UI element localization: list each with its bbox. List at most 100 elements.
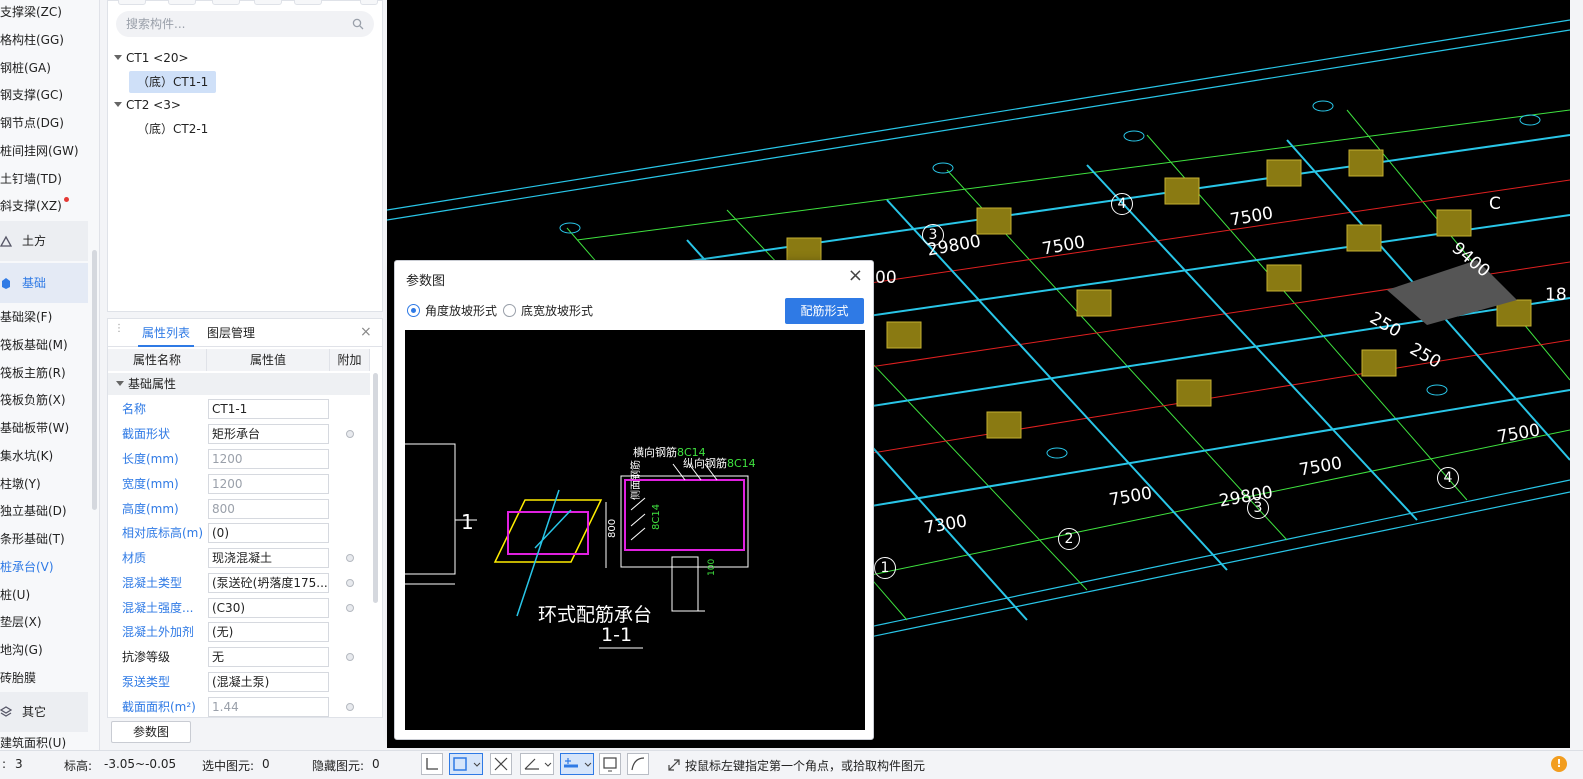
axis-number-bubble: 3	[1247, 497, 1269, 519]
nav-item-diagonal-support[interactable]: 斜支撑(XZ)	[0, 195, 69, 217]
property-value-input[interactable]: (无)	[208, 622, 329, 642]
property-value-input[interactable]: 矩形承台	[208, 424, 329, 444]
tree-leaf-ct2-1[interactable]: （底）CT2-1	[129, 118, 216, 140]
toolbar-button[interactable]	[294, 0, 322, 5]
status-elevation-value: -3.05~-0.05	[104, 757, 177, 771]
side-rebar-value: 8C14	[651, 503, 662, 530]
axis-number-bubble: 2	[1058, 528, 1080, 550]
property-value-input[interactable]: 无	[208, 647, 329, 667]
nav-item-pile-cap[interactable]: 桩承台(V)	[0, 556, 54, 578]
radio-width-slope[interactable]: 底宽放坡形式	[503, 303, 593, 319]
property-value-input[interactable]: (C30)	[208, 598, 329, 618]
nav-item-steel-support[interactable]: 钢支撑(GC)	[0, 84, 63, 106]
property-value-input[interactable]: (泵送砼(坍落度175...	[208, 573, 329, 593]
axis-letter-label: C	[1489, 194, 1501, 214]
property-value-input[interactable]: 现浇混凝土	[208, 548, 329, 568]
tab-property-list[interactable]: 属性列表	[138, 319, 194, 347]
section-foundation-properties[interactable]: 基础属性	[108, 373, 370, 395]
nav-item-pier[interactable]: 柱墩(Y)	[0, 473, 41, 495]
nav-item-steel-node[interactable]: 钢节点(DG)	[0, 112, 64, 134]
property-name: 宽度(mm)	[122, 477, 179, 491]
nav-group-other[interactable]: 其它	[0, 692, 88, 732]
slope-outline-magenta	[507, 511, 589, 555]
parameter-drawing: 1 横向钢筋8C14 纵向钢筋8C14 侧面钢筋 8C14 800 100 环式…	[405, 330, 865, 730]
extra-checkbox[interactable]	[346, 579, 354, 587]
nav-scrollbar[interactable]	[92, 250, 97, 510]
nav-item-slab-strip[interactable]: 基础板带(W)	[0, 417, 69, 439]
warning-icon[interactable]: !	[1551, 756, 1567, 772]
extra-checkbox[interactable]	[346, 554, 354, 562]
rebar-leaders	[630, 463, 718, 541]
close-icon[interactable]: ×	[360, 325, 374, 339]
toolbar-button[interactable]	[118, 0, 146, 5]
ortho-tool-button[interactable]	[421, 753, 443, 775]
nav-item-support-beam[interactable]: 支撑梁(ZC)	[0, 1, 62, 23]
tab-layer-management[interactable]: 图层管理	[207, 319, 255, 347]
nav-item-lattice-column[interactable]: 格构柱(GG)	[0, 29, 64, 51]
collapse-triangle-icon[interactable]	[116, 381, 124, 386]
property-name: 混凝土强度...	[122, 601, 194, 615]
select-rect-tool-button[interactable]	[449, 753, 483, 775]
toolbar-button[interactable]	[168, 0, 196, 5]
pile-outline	[671, 556, 699, 612]
property-value-input[interactable]: CT1-1	[208, 399, 329, 419]
status-selected-value: 0	[262, 757, 270, 771]
nav-item-sump[interactable]: 集水坑(K)	[0, 445, 53, 467]
property-value-input[interactable]: (0)	[208, 523, 329, 543]
extra-checkbox[interactable]	[346, 703, 354, 711]
nav-item-strip-footing[interactable]: 条形基础(T)	[0, 528, 65, 550]
nav-item-raft[interactable]: 筏板基础(M)	[0, 334, 68, 356]
property-value-input[interactable]: (混凝土泵)	[208, 672, 329, 692]
nav-item-pile[interactable]: 桩(U)	[0, 584, 30, 606]
extra-checkbox[interactable]	[346, 604, 354, 612]
nav-item-raft-neg-rebar[interactable]: 筏板负筋(X)	[0, 389, 66, 411]
nav-item-trench[interactable]: 地沟(G)	[0, 639, 43, 661]
extra-checkbox[interactable]	[346, 653, 354, 661]
nav-group-earthwork[interactable]: 土方	[0, 221, 88, 261]
expand-triangle-icon[interactable]	[114, 102, 122, 107]
component-search-input[interactable]: 搜索构件...	[116, 11, 374, 37]
property-name: 混凝土类型	[122, 576, 183, 590]
nav-item-pile-net[interactable]: 桩间挂网(GW)	[0, 140, 79, 162]
nav-group-foundation[interactable]: 基础	[0, 263, 88, 303]
nav-item-steel-pile[interactable]: 钢桩(GA)	[0, 57, 51, 79]
status-layer-value: 3	[15, 757, 23, 771]
nav-item-brick-mould[interactable]: 砖胎膜	[0, 667, 36, 689]
toolbar-button[interactable]	[212, 0, 240, 5]
toolbar-button[interactable]	[254, 0, 282, 5]
nav-item-building-area[interactable]: 建筑面积(U)	[0, 736, 66, 750]
foundation-icon	[2, 278, 10, 289]
elevation-outline	[405, 443, 456, 575]
nav-item-isolated-footing[interactable]: 独立基础(D)	[0, 500, 67, 522]
snap-tool-button[interactable]	[560, 753, 594, 775]
parameter-diagram-button[interactable]: 参数图	[111, 721, 191, 743]
close-icon[interactable]: ×	[848, 267, 863, 285]
drag-handle-icon[interactable]: ⋮	[114, 324, 124, 340]
property-name: 截面面积(m²)	[122, 700, 196, 714]
radio-angle-slope[interactable]: 角度放坡形式	[407, 303, 497, 319]
properties-scrollbar[interactable]	[373, 373, 378, 603]
property-row: 混凝土外加剂 (无)	[108, 620, 370, 645]
tree-node-ct1[interactable]: CT1 <20>	[114, 48, 189, 68]
property-row: 高度(mm) 800	[108, 497, 370, 522]
toolbar-button[interactable]	[360, 0, 378, 5]
expand-triangle-icon[interactable]	[114, 55, 122, 60]
nav-item-foundation-beam[interactable]: 基础梁(F)	[0, 306, 52, 328]
tree-node-ct2[interactable]: CT2 <3>	[114, 95, 181, 115]
nav-item-cushion[interactable]: 垫层(X)	[0, 611, 42, 633]
dim-800-label: 800	[607, 518, 618, 538]
property-name: 泵送类型	[122, 675, 171, 689]
nav-item-soil-nail-wall[interactable]: 土钉墙(TD)	[0, 168, 62, 190]
extra-checkbox[interactable]	[346, 430, 354, 438]
nav-item-raft-main-rebar[interactable]: 筏板主筋(R)	[0, 362, 66, 384]
properties-panel: ⋮ 属性列表 图层管理 × 属性名称 属性值 附加 基础属性 名称 CT1-1 …	[107, 318, 383, 718]
display-tool-button[interactable]	[599, 753, 621, 775]
column-header-extra: 附加	[330, 349, 370, 371]
axis-number-bubble: 4	[1437, 467, 1459, 489]
tree-leaf-ct1-1[interactable]: （底）CT1-1	[129, 71, 217, 93]
arc-tool-button[interactable]	[627, 753, 649, 775]
angle-tool-button[interactable]	[520, 753, 554, 775]
cross-tool-button[interactable]	[490, 753, 512, 775]
rebar-form-button[interactable]: 配筋形式	[785, 298, 864, 324]
app-root: 支撑梁(ZC) 格构柱(GG) 钢桩(GA) 钢支撑(GC) 钢节点(DG) 桩…	[0, 0, 1583, 779]
